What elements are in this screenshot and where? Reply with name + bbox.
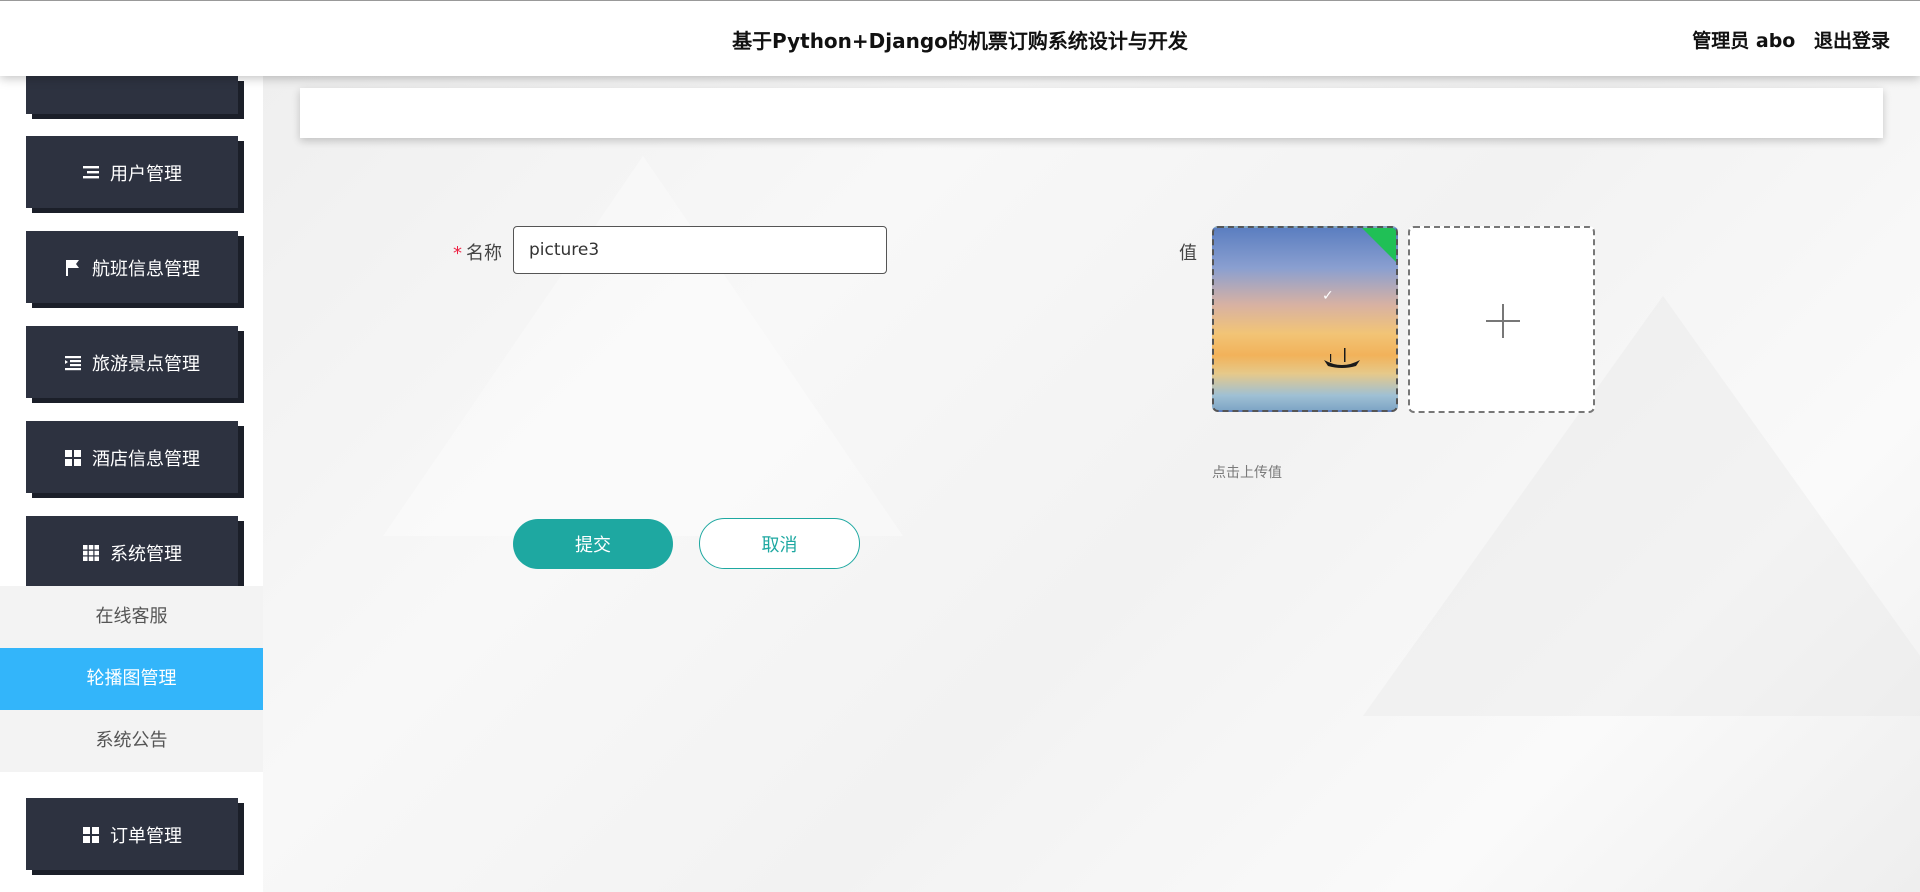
indent-icon — [65, 356, 81, 371]
required-mark: * — [453, 243, 462, 264]
app-header: 基于Python+Django的机票订购系统设计与开发 管理员 abo 退出登录 — [0, 0, 1920, 76]
sidebar-item-order-management[interactable]: 订单管理 — [26, 798, 238, 870]
admin-username: 管理员 abo — [1692, 30, 1796, 52]
sidebar-item-partial[interactable] — [26, 76, 238, 114]
sidebar-item-system-management[interactable]: 系统管理 — [26, 516, 238, 588]
sidebar-item-label: 酒店信息管理 — [92, 449, 200, 470]
value-label: 值 — [1179, 243, 1197, 264]
page-title: 基于Python+Django的机票订购系统设计与开发 — [732, 29, 1188, 53]
submenu-item-carousel-management[interactable]: 轮播图管理 — [0, 648, 263, 710]
name-label: * 名称 — [453, 239, 502, 265]
sidebar-item-user-management[interactable]: 用户管理 — [26, 136, 238, 208]
user-area: 管理员 abo 退出登录 — [1680, 26, 1890, 53]
sidebar-item-hotel-management[interactable]: 酒店信息管理 — [26, 421, 238, 493]
apps-icon — [83, 545, 99, 561]
sidebar-item-label: 订单管理 — [110, 826, 182, 847]
cancel-button[interactable]: 取消 — [699, 518, 860, 569]
name-label-text: 名称 — [466, 243, 502, 264]
grid-icon — [83, 827, 99, 843]
uploaded-image-thumbnail[interactable]: ✓ — [1212, 226, 1398, 412]
list-icon — [83, 166, 99, 179]
background-shape — [383, 156, 903, 536]
sidebar-item-label: 系统管理 — [110, 544, 182, 565]
plus-icon — [1486, 304, 1520, 338]
logout-link[interactable]: 退出登录 — [1814, 30, 1890, 52]
main-content: *名称 值 ✓ 点击上传值 提交 取消 — [263, 76, 1920, 892]
sidebar-item-label: 用户管理 — [110, 164, 182, 185]
breadcrumb-bar — [300, 88, 1883, 138]
name-input[interactable] — [513, 226, 887, 274]
sidebar-item-label: 旅游景点管理 — [92, 354, 200, 375]
check-icon: ✓ — [1322, 288, 1334, 304]
boat-image — [1324, 348, 1360, 368]
submit-button[interactable]: 提交 — [513, 519, 673, 569]
submenu-item-system-notice[interactable]: 系统公告 — [0, 710, 263, 772]
flag-icon — [66, 260, 79, 276]
image-upload-button[interactable] — [1408, 226, 1595, 413]
upload-success-badge — [1360, 228, 1396, 264]
submenu-item-online-service[interactable]: 在线客服 — [0, 586, 263, 648]
grid-icon — [65, 450, 81, 466]
sidebar-item-flight-management[interactable]: 航班信息管理 — [26, 231, 238, 303]
upload-hint: 点击上传值 — [1212, 465, 1282, 481]
sidebar: 用户管理 航班信息管理 旅游景点管理 酒店信息管理 系统管理 在线客服 轮播图管… — [0, 76, 263, 892]
sidebar-item-label: 航班信息管理 — [92, 259, 200, 280]
sidebar-item-attraction-management[interactable]: 旅游景点管理 — [26, 326, 238, 398]
